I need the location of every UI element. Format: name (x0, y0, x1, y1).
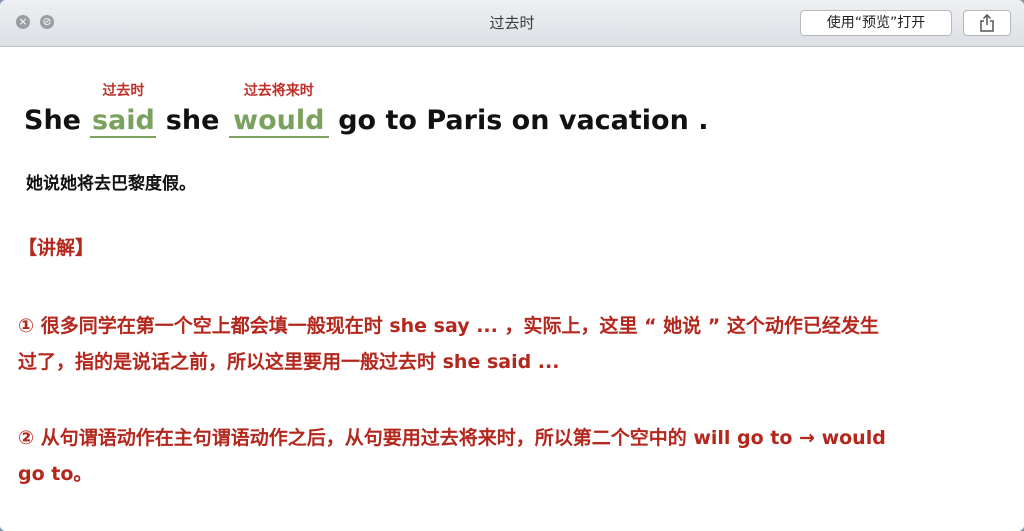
sentence-word: she (165, 105, 220, 136)
share-icon (980, 13, 994, 32)
chinese-translation: 她说她将去巴黎度假。 (26, 174, 196, 194)
tense-note-1: 过去时 (102, 83, 145, 99)
sentence-rest: go to Paris on vacation . (338, 105, 709, 136)
exercise-sentence: She 过去时 said she 过去将来时 would go to Paris… (24, 83, 709, 138)
tense-note-2: 过去将来时 (243, 83, 314, 99)
answer-1: said (91, 105, 155, 136)
answer-blank-2: 过去将来时 would (228, 83, 329, 138)
share-button[interactable] (963, 10, 1011, 36)
sentence-word: She (24, 105, 81, 136)
document-content: She 过去时 said she 过去将来时 would go to Paris… (0, 47, 1024, 531)
open-in-preview-button[interactable]: 使用“预览”打开 (800, 10, 952, 36)
explanation-point-1-line-1: ① 很多同学在第一个空上都会填一般现在时 she say ... ，实际上，这里… (18, 315, 879, 337)
explanation-heading: 【讲解】 (18, 237, 95, 259)
explanation-point-2-line-2: go to。 (18, 463, 93, 485)
answer-2: would (233, 105, 325, 136)
answer-blank-1: 过去时 said (90, 83, 157, 138)
title-bar: × ⊘ 过去时 使用“预览”打开 (0, 0, 1024, 47)
explanation-point-2-line-1: ② 从句谓语动作在主句谓语动作之后，从句要用过去将来时，所以第二个空中的 wil… (18, 427, 886, 449)
explanation-point-1-line-2: 过了，指的是说话之前，所以这里要用一般过去时 she said ... (18, 351, 560, 373)
quicklook-window: × ⊘ 过去时 使用“预览”打开 She 过去时 said she 过去将来时 … (0, 0, 1024, 531)
